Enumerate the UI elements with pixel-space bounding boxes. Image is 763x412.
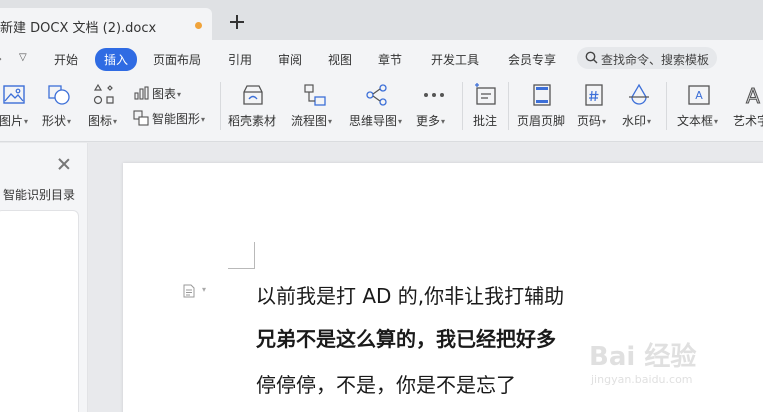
tab-review[interactable]: 审阅 [278,51,302,68]
textbox-icon: A [688,85,710,105]
command-search[interactable]: 查找命令、搜索模板 [577,47,717,69]
menu-bar: › ▽ 开始 插入 页面布局 引用 审阅 视图 章节 开发工具 会员专享 查找命… [0,40,763,76]
document-line-1[interactable]: 以前我是打 AD 的,你非让我打辅助 [256,280,564,309]
smart-graphic-icon [133,110,149,126]
toc-list-box[interactable] [0,210,79,412]
ribbon-toolbar: 图片▾ 形状▾ 图标▾ 图表▾ 智能图形▾ 稻壳素材 流程图▾ 思维导图▾ 更多… [0,76,763,142]
smart-graphic-label: 智能图形 [152,112,201,126]
chevron-left-icon[interactable]: › [0,54,2,65]
navigation-pane: 智能识别目录 [0,143,88,412]
tab-section[interactable]: 章节 [378,51,402,68]
material-icon [243,85,263,105]
new-tab-button[interactable] [229,14,245,30]
ribbon-divider [508,82,509,130]
watermark-label: 水印 [622,114,647,128]
shape-button[interactable]: 形状▾ [42,76,76,136]
flowchart-label: 流程图 [291,114,328,128]
mindmap-label: 思维导图 [349,114,398,128]
watermark-button[interactable]: 水印▾ [620,76,658,136]
unsaved-indicator-icon [195,22,202,29]
tab-member[interactable]: 会员专享 [508,51,556,68]
margin-corner-mark [228,242,255,269]
tab-page-layout[interactable]: 页面布局 [153,51,201,68]
search-icon [585,51,598,64]
flowchart-icon [304,84,326,106]
chart-icon [134,86,149,100]
watermark-icon [629,83,649,105]
svg-text:A: A [746,84,760,107]
search-placeholder: 查找命令、搜索模板 [601,53,710,67]
paragraph-handle-icon[interactable] [183,284,195,298]
header-footer-icon [533,84,551,106]
mindmap-icon [366,84,387,106]
page-number-label: 页码 [577,114,602,128]
icons-label: 图标 [88,114,113,128]
wordart-label: 艺术字 [733,114,763,128]
smart-toc-title: 智能识别目录 [3,188,76,202]
document-tab-title: 新建 DOCX 文档 (2).docx [0,21,157,36]
watermark-brand: Bai 经验 [589,342,697,372]
comment-label: 批注 [473,114,498,128]
header-footer-label: 页眉页脚 [517,114,566,128]
page-number-icon [585,84,603,106]
svg-text:A: A [695,89,703,102]
comment-icon [475,83,496,105]
more-button[interactable]: 更多▾ [416,76,452,136]
tab-view[interactable]: 视图 [328,51,352,68]
textbox-button[interactable]: A 文本框▾ [676,76,722,136]
mindmap-button[interactable]: 思维导图▾ [348,76,408,136]
icon-library-icon [93,83,114,105]
icons-button[interactable]: 图标▾ [88,76,122,136]
tab-home[interactable]: 开始 [54,51,78,68]
more-icon [424,93,444,97]
watermark-url: jingyan.baidu.com [591,373,693,386]
close-icon[interactable] [58,158,70,170]
picture-button[interactable]: 图片▾ [0,76,30,136]
ribbon-divider [462,82,463,130]
picture-label: 图片 [0,114,24,128]
wordart-icon: A [746,83,761,107]
smart-graphic-button[interactable]: 智能图形▾ [133,109,215,129]
tab-references[interactable]: 引用 [228,51,252,68]
tab-bar: 新建 DOCX 文档 (2).docx [0,0,763,40]
material-label: 稻壳素材 [228,114,277,128]
baidu-jingyan-watermark: Bai 经验 jingyan.baidu.com [584,318,724,398]
flowchart-button[interactable]: 流程图▾ [290,76,340,136]
comment-button[interactable]: 批注 [470,76,500,136]
textbox-label: 文本框 [677,114,714,128]
document-line-3[interactable]: 停停停，不是，你是不是忘了 [256,369,516,398]
tab-insert[interactable]: 插入 [95,48,138,71]
shape-icon [48,85,70,105]
document-line-2[interactable]: 兄弟不是这么算的，我已经把好多 [256,323,556,352]
collapse-ribbon-icon[interactable]: ▽ [19,52,27,63]
ribbon-divider [666,82,667,130]
tab-developer[interactable]: 开发工具 [431,51,479,68]
picture-icon [3,85,25,104]
header-footer-button[interactable]: 页眉页脚 [516,76,568,136]
wordart-button[interactable]: A 艺术字 [732,76,763,136]
chevron-down-icon[interactable]: ▾ [202,285,206,294]
material-button[interactable]: 稻壳素材 [228,76,280,136]
more-label: 更多 [416,114,441,128]
document-tab[interactable]: 新建 DOCX 文档 (2).docx [0,8,212,40]
chart-label: 图表 [152,87,177,101]
page-number-button[interactable]: 页码▾ [576,76,612,136]
chart-button[interactable]: 图表▾ [133,84,193,104]
ribbon-divider [220,82,221,130]
shape-label: 形状 [42,114,67,128]
